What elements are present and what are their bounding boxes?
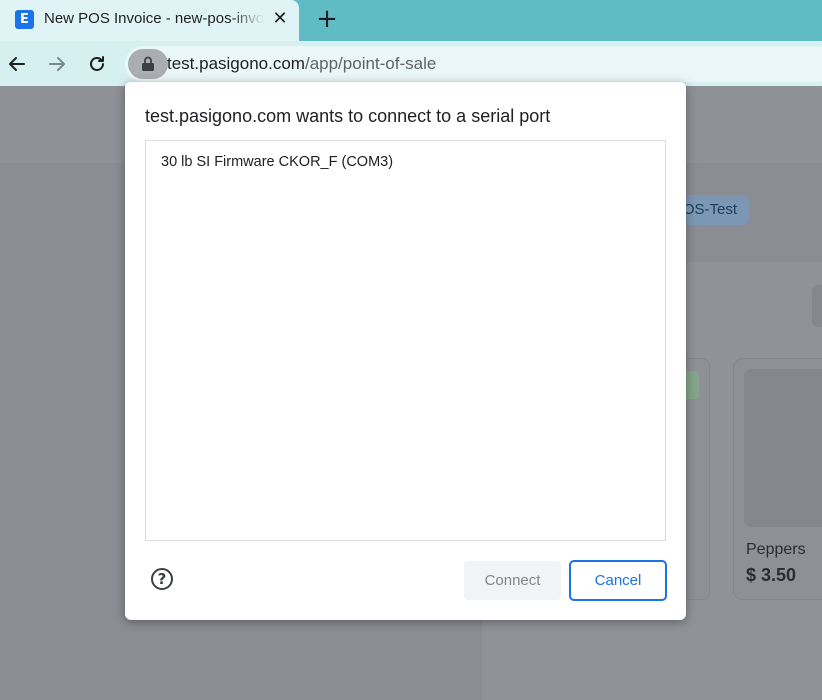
port-list[interactable]: 30 lb SI Firmware CKOR_F (COM3) bbox=[145, 140, 666, 541]
lock-icon bbox=[142, 56, 154, 71]
url-host: test.pasigono.com bbox=[167, 54, 305, 73]
connect-button[interactable]: Connect bbox=[464, 561, 561, 600]
forward-button[interactable] bbox=[43, 50, 71, 78]
reload-button[interactable] bbox=[83, 50, 111, 78]
serial-port-dialog: test.pasigono.com wants to connect to a … bbox=[125, 82, 686, 620]
forward-icon bbox=[49, 57, 65, 71]
address-bar[interactable]: test.pasigono.com/app/point-of-sale bbox=[125, 46, 822, 82]
close-tab-icon[interactable]: ✕ bbox=[270, 9, 290, 29]
url-path: /app/point-of-sale bbox=[304, 54, 437, 73]
product-price: $ 3.50 bbox=[746, 565, 797, 585]
url-text: test.pasigono.com/app/point-of-sale bbox=[167, 54, 436, 74]
browser-toolbar: test.pasigono.com/app/point-of-sale bbox=[0, 41, 822, 86]
search-field-edge bbox=[812, 285, 822, 327]
reload-icon bbox=[90, 56, 104, 71]
back-button[interactable] bbox=[3, 50, 31, 78]
cancel-button[interactable]: Cancel bbox=[569, 560, 667, 601]
site-info-button[interactable] bbox=[128, 49, 168, 79]
dialog-title: test.pasigono.com wants to connect to a … bbox=[145, 106, 551, 126]
back-icon bbox=[9, 57, 25, 71]
port-list-item[interactable]: 30 lb SI Firmware CKOR_F (COM3) bbox=[161, 154, 393, 170]
browser-tab[interactable]: E New POS Invoice - new-pos-invoice ✕ bbox=[0, 0, 299, 41]
tab-title: New POS Invoice - new-pos-invoice bbox=[44, 10, 264, 27]
product-name: Peppers bbox=[746, 541, 806, 558]
help-icon[interactable]: ? bbox=[151, 568, 173, 590]
product-image bbox=[744, 369, 822, 527]
product-card-peppers: Peppers $ 3.50 bbox=[733, 358, 822, 600]
favicon-icon: E bbox=[15, 10, 34, 29]
new-tab-button[interactable]: + bbox=[314, 6, 340, 32]
tab-strip: E New POS Invoice - new-pos-invoice ✕ + bbox=[0, 0, 822, 41]
